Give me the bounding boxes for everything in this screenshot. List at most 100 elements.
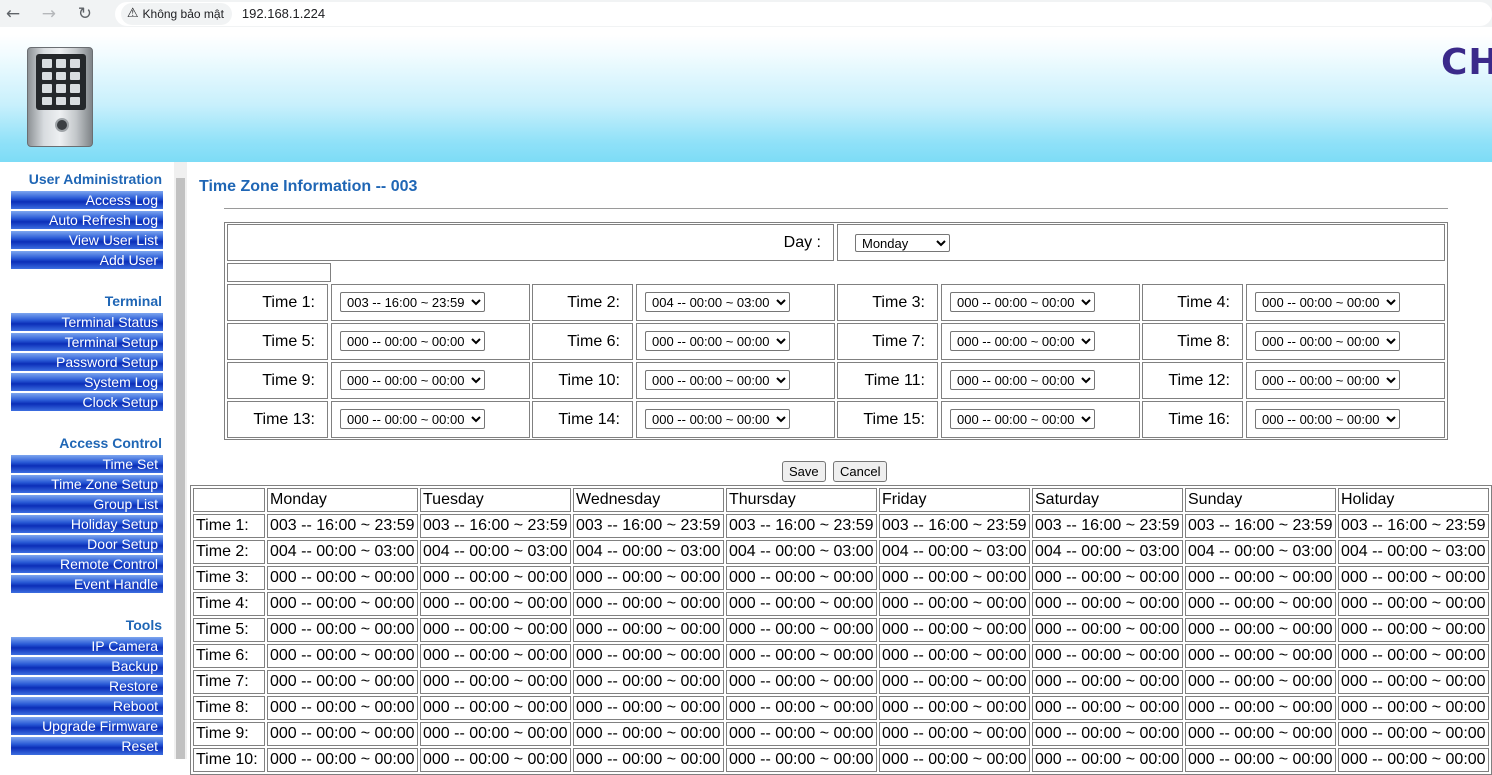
schedule-row: Time 3: 000 -- 00:00 ~ 00:00 000 -- 00:00 … <box>193 566 1489 590</box>
reload-icon[interactable]: ↻ <box>75 4 95 24</box>
schedule-cell: 000 -- 00:00 ~ 00:00 <box>726 618 877 642</box>
time-field-select[interactable]: 000 -- 00:00 ~ 00:00 <box>1255 409 1400 429</box>
back-arrow-icon[interactable]: ← <box>3 4 23 24</box>
time-field-label-cell: Time 4: <box>1142 284 1243 321</box>
time-field-select[interactable]: 000 -- 00:00 ~ 00:00 <box>950 370 1095 390</box>
sidebar-scrollbar-thumb[interactable] <box>176 178 185 759</box>
time-field-select[interactable]: 000 -- 00:00 ~ 00:00 <box>645 409 790 429</box>
schedule-cell: 000 -- 00:00 ~ 00:00 <box>726 644 877 668</box>
menu-item-terminal-setup[interactable]: Terminal Setup <box>11 333 163 351</box>
menu-item-reset[interactable]: Reset <box>11 737 163 755</box>
schedule-cell: 003 -- 16:00 ~ 23:59 <box>573 514 724 538</box>
schedule-row: Time 1: 003 -- 16:00 ~ 23:59 003 -- 16:00 … <box>193 514 1489 538</box>
schedule-cell: 000 -- 00:00 ~ 00:00 <box>726 696 877 720</box>
time-field-select[interactable]: 000 -- 00:00 ~ 00:00 <box>340 409 485 429</box>
menu-item-auto-refresh-log[interactable]: Auto Refresh Log <box>11 211 163 229</box>
menu-item-ip-camera[interactable]: IP Camera <box>11 637 163 655</box>
schedule-cell: 000 -- 00:00 ~ 00:00 <box>573 722 724 746</box>
menu-item-system-log[interactable]: System Log <box>11 373 163 391</box>
time-field-select-cell: 000 -- 00:00 ~ 00:00 <box>1246 362 1445 399</box>
time-field-select[interactable]: 000 -- 00:00 ~ 00:00 <box>645 331 790 351</box>
security-chip[interactable]: ⚠ Không bảo mật <box>120 2 232 25</box>
menu-item-group-list[interactable]: Group List <box>11 495 163 513</box>
time-field-select[interactable]: 000 -- 00:00 ~ 00:00 <box>1255 292 1400 312</box>
url-text[interactable]: 192.168.1.224 <box>242 6 325 21</box>
schedule-cell: 004 -- 00:00 ~ 03:00 <box>420 540 571 564</box>
menu-item-holiday-setup[interactable]: Holiday Setup <box>11 515 163 533</box>
menu-item-terminal-status[interactable]: Terminal Status <box>11 313 163 331</box>
time-field-select[interactable]: 000 -- 00:00 ~ 00:00 <box>1255 370 1400 390</box>
header-sunday: Sunday <box>1185 488 1336 512</box>
time-field-select[interactable]: 000 -- 00:00 ~ 00:00 <box>950 409 1095 429</box>
time-field-select-cell: 000 -- 00:00 ~ 00:00 <box>636 401 835 438</box>
schedule-cell: 003 -- 16:00 ~ 23:59 <box>1185 514 1336 538</box>
schedule-cell: 003 -- 16:00 ~ 23:59 <box>879 514 1030 538</box>
menu-item-time-set[interactable]: Time Set <box>11 455 163 473</box>
schedule-row-label: Time 2: <box>193 540 265 564</box>
schedule-cell: 000 -- 00:00 ~ 00:00 <box>267 644 418 668</box>
time-field-label: Time 8: <box>1177 333 1230 350</box>
menu-item-access-log[interactable]: Access Log <box>11 191 163 209</box>
schedule-cell: 003 -- 16:00 ~ 23:59 <box>420 514 571 538</box>
time-field-select[interactable]: 000 -- 00:00 ~ 00:00 <box>950 331 1095 351</box>
time-field-label-cell: Time 2: <box>532 284 633 321</box>
menu-item-upgrade-firmware[interactable]: Upgrade Firmware <box>11 717 163 735</box>
schedule-cell: 000 -- 00:00 ~ 00:00 <box>420 696 571 720</box>
time-field-label-cell: Time 14: <box>532 401 633 438</box>
header-monday: Monday <box>267 488 418 512</box>
schedule-cell: 000 -- 00:00 ~ 00:00 <box>1338 592 1489 616</box>
schedule-cell: 000 -- 00:00 ~ 00:00 <box>879 618 1030 642</box>
menu-item-view-user-list[interactable]: View User List <box>11 231 163 249</box>
menu-item-event-handle[interactable]: Event Handle <box>11 575 163 593</box>
schedule-cell: 000 -- 00:00 ~ 00:00 <box>1338 748 1489 772</box>
time-field-select[interactable]: 000 -- 00:00 ~ 00:00 <box>950 292 1095 312</box>
time-field-select[interactable]: 000 -- 00:00 ~ 00:00 <box>340 370 485 390</box>
menu-item-password-setup[interactable]: Password Setup <box>11 353 163 371</box>
schedule-cell: 004 -- 00:00 ~ 03:00 <box>726 540 877 564</box>
time-field-label: Time 10: <box>558 372 620 389</box>
menu-item-door-setup[interactable]: Door Setup <box>11 535 163 553</box>
schedule-cell: 000 -- 00:00 ~ 00:00 <box>267 722 418 746</box>
time-field-label: Time 11: <box>864 372 925 389</box>
schedule-cell: 000 -- 00:00 ~ 00:00 <box>1185 644 1336 668</box>
schedule-cell: 000 -- 00:00 ~ 00:00 <box>267 618 418 642</box>
time-field-select-cell: 000 -- 00:00 ~ 00:00 <box>941 362 1140 399</box>
schedule-cell: 000 -- 00:00 ~ 00:00 <box>267 592 418 616</box>
menu-item-add-user[interactable]: Add User <box>11 251 163 269</box>
section-heading-tools: Tools <box>125 617 162 633</box>
cancel-button[interactable]: Cancel <box>833 461 888 482</box>
schedule-row-label: Time 10: <box>193 748 265 772</box>
schedule-cell: 004 -- 00:00 ~ 03:00 <box>573 540 724 564</box>
schedule-row-label: Time 1: <box>193 514 265 538</box>
time-field-select[interactable]: 000 -- 00:00 ~ 00:00 <box>1255 331 1400 351</box>
address-bar[interactable]: ⚠ Không bảo mật 192.168.1.224 <box>114 1 1492 26</box>
time-field-select[interactable]: 003 -- 16:00 ~ 23:59 <box>340 292 485 312</box>
schedule-cell: 000 -- 00:00 ~ 00:00 <box>879 592 1030 616</box>
schedule-cell: 000 -- 00:00 ~ 00:00 <box>1032 566 1183 590</box>
keypad-graphic <box>36 54 86 110</box>
save-button[interactable]: Save <box>782 461 826 482</box>
menu-item-backup[interactable]: Backup <box>11 657 163 675</box>
schedule-cell: 000 -- 00:00 ~ 00:00 <box>1032 644 1183 668</box>
schedule-row-label: Time 6: <box>193 644 265 668</box>
time-field-label-cell: Time 8: <box>1142 323 1243 360</box>
day-select[interactable]: Monday <box>855 234 950 252</box>
empty-spacer-cell <box>227 263 331 282</box>
menu-item-restore[interactable]: Restore <box>11 677 163 695</box>
forward-arrow-icon[interactable]: → <box>39 4 59 24</box>
header-wednesday: Wednesday <box>573 488 724 512</box>
schedule-cell: 000 -- 00:00 ~ 00:00 <box>1185 566 1336 590</box>
time-field-select[interactable]: 004 -- 00:00 ~ 03:00 <box>645 292 790 312</box>
time-field-label: Time 12: <box>1168 372 1230 389</box>
menu-item-remote-control[interactable]: Remote Control <box>11 555 163 573</box>
schedule-cell: 000 -- 00:00 ~ 00:00 <box>879 670 1030 694</box>
menu-item-time-zone-setup[interactable]: Time Zone Setup <box>11 475 163 493</box>
time-field-select[interactable]: 000 -- 00:00 ~ 00:00 <box>340 331 485 351</box>
time-field-select[interactable]: 000 -- 00:00 ~ 00:00 <box>645 370 790 390</box>
day-label: Day : <box>783 234 821 251</box>
time-field-label: Time 7: <box>872 333 925 350</box>
menu-item-clock-setup[interactable]: Clock Setup <box>11 393 163 411</box>
schedule-cell: 000 -- 00:00 ~ 00:00 <box>420 566 571 590</box>
time-field-label: Time 14: <box>558 411 620 428</box>
menu-item-reboot[interactable]: Reboot <box>11 697 163 715</box>
